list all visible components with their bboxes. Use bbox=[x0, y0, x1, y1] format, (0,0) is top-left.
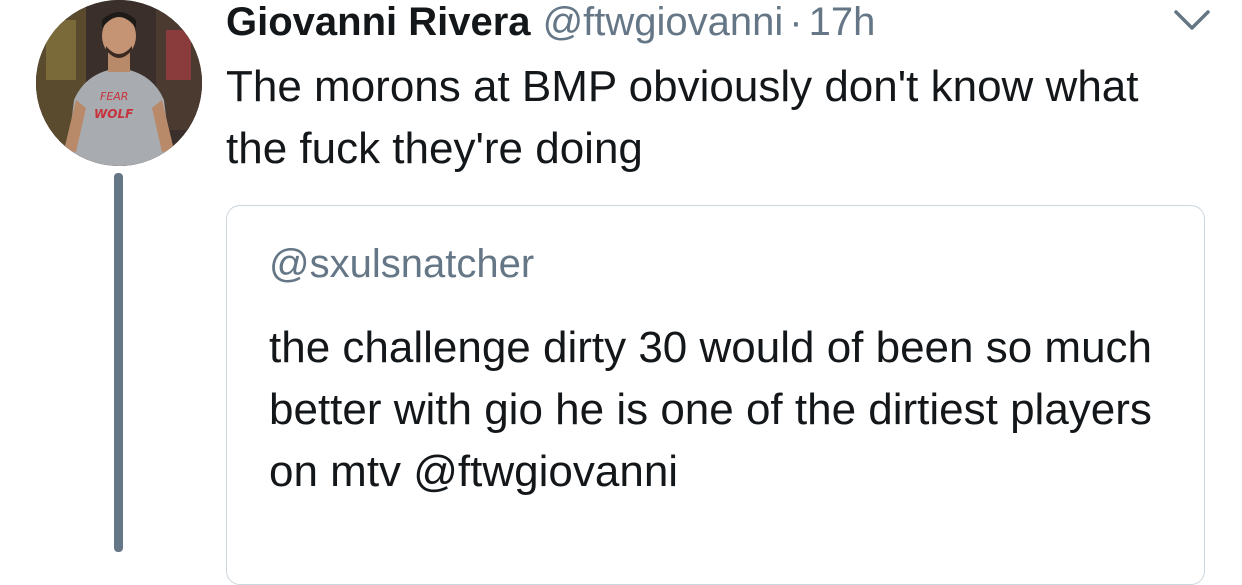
author-name[interactable]: Giovanni Rivera bbox=[226, 0, 531, 45]
svg-text:WOLF: WOLF bbox=[94, 107, 134, 121]
separator-dot: · bbox=[789, 0, 803, 44]
tweet-text: The morons at BMP obviously don't know w… bbox=[226, 62, 1139, 173]
chevron-down-icon[interactable] bbox=[1172, 6, 1212, 34]
quoted-tweet-text: the challenge dirty 30 would of been so … bbox=[269, 323, 1153, 496]
author-handle[interactable]: @ftwgiovanni bbox=[543, 0, 784, 45]
avatar-photo: FEAR WOLF bbox=[36, 0, 202, 166]
quoted-tweet-handle: @sxulsnatcher bbox=[269, 242, 535, 286]
tweet-timestamp[interactable]: 17h bbox=[809, 0, 876, 45]
tweet-header: Giovanni Rivera @ftwgiovanni · 17h bbox=[226, 0, 875, 48]
avatar[interactable]: FEAR WOLF bbox=[36, 0, 202, 166]
thread-line bbox=[114, 173, 123, 552]
shirt-logo: FEAR bbox=[100, 90, 128, 103]
quoted-tweet-card[interactable]: @sxulsnatcher the challenge dirty 30 wou… bbox=[226, 205, 1205, 585]
